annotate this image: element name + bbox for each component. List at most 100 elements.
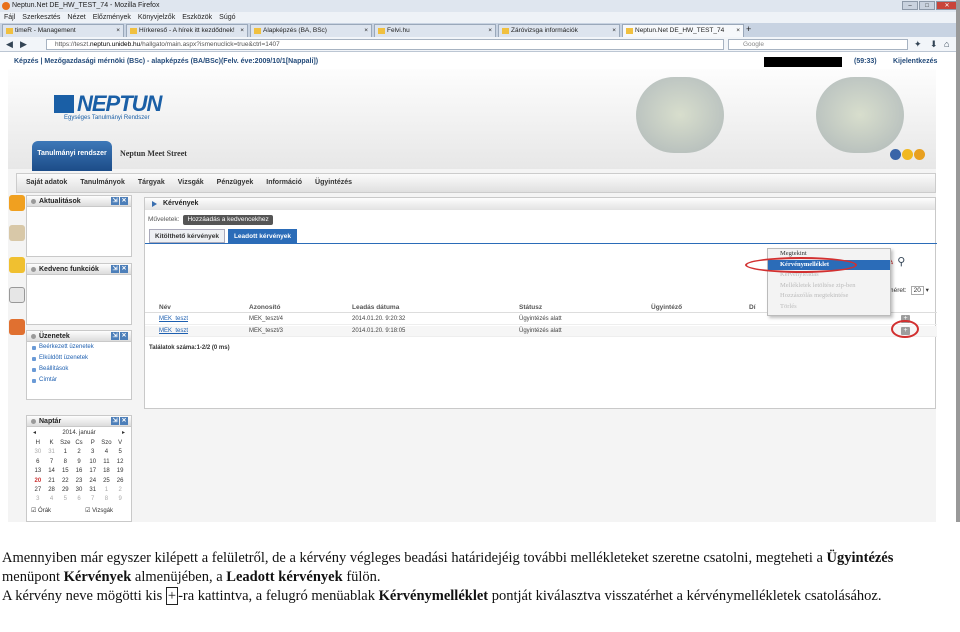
tab-close-icon[interactable]: × bbox=[116, 25, 120, 37]
calendar-7-icon[interactable] bbox=[9, 287, 25, 303]
star-icon[interactable] bbox=[9, 257, 25, 273]
calendar-day[interactable]: 5 bbox=[113, 448, 127, 457]
inbox-link[interactable]: Beérkezett üzenetek bbox=[27, 342, 131, 353]
lessons-checkbox[interactable]: ☑ Órák bbox=[31, 507, 51, 514]
request-name-link[interactable]: MEK_teszt bbox=[159, 314, 188, 325]
forward-icon[interactable]: ▶ bbox=[20, 39, 27, 50]
browser-tab[interactable]: Záróvizsga információk × bbox=[498, 24, 620, 37]
calendar-day[interactable]: 28 bbox=[45, 486, 59, 495]
download-icon[interactable]: ⬇ bbox=[930, 39, 938, 50]
calendar-day[interactable]: 24 bbox=[86, 477, 100, 486]
panel-pin-icon[interactable]: ⇲ bbox=[111, 332, 119, 340]
new-tab-icon[interactable]: + bbox=[746, 23, 758, 37]
calendar-day[interactable]: 7 bbox=[45, 458, 59, 467]
exams-checkbox[interactable]: ☑ Vizsgák bbox=[85, 507, 113, 514]
menu-own-data[interactable]: Saját adatok bbox=[26, 174, 67, 192]
messages-icon[interactable] bbox=[9, 319, 25, 335]
calendar-day[interactable]: 5 bbox=[58, 495, 72, 504]
calendar-day[interactable]: 1 bbox=[100, 486, 114, 495]
menu-subjects[interactable]: Tárgyak bbox=[138, 174, 165, 192]
meet-street-link[interactable]: Neptun Meet Street bbox=[120, 149, 187, 158]
directory-link[interactable]: Címtár bbox=[27, 375, 131, 386]
home-panel-icon[interactable] bbox=[9, 225, 25, 241]
calendar-day[interactable]: 18 bbox=[100, 467, 114, 476]
calendar-day[interactable]: 23 bbox=[72, 477, 86, 486]
browser-tab[interactable]: Felvi.hu × bbox=[374, 24, 496, 37]
magnifier-icon[interactable]: ⚲ bbox=[897, 256, 905, 268]
menu-exams[interactable]: Vizsgák bbox=[178, 174, 204, 192]
col-name[interactable]: Név bbox=[159, 302, 171, 313]
browser-tab[interactable]: timeR - Management × bbox=[2, 24, 124, 37]
col-date[interactable]: Leadás dátuma bbox=[352, 302, 399, 313]
sent-link[interactable]: Elküldött üzenetek bbox=[27, 353, 131, 364]
calendar-day[interactable]: 8 bbox=[58, 458, 72, 467]
back-icon[interactable]: ◀ bbox=[6, 39, 13, 50]
col-clerk[interactable]: Ügyintéző bbox=[651, 302, 682, 313]
request-name-link[interactable]: MEK_teszt bbox=[159, 326, 188, 337]
tab-close-icon[interactable]: × bbox=[364, 25, 368, 37]
calendar-day[interactable]: 1 bbox=[58, 448, 72, 457]
tab-submitted-requests[interactable]: Leadott kérvények bbox=[227, 229, 298, 243]
panel-pin-icon[interactable]: ⇲ bbox=[111, 197, 119, 205]
close-icon[interactable]: ✕ bbox=[936, 1, 956, 10]
menu-help[interactable]: Súgó bbox=[219, 12, 235, 23]
menu-tools[interactable]: Eszközök bbox=[182, 12, 212, 23]
system-button[interactable]: Tanulmányi rendszer bbox=[32, 141, 112, 171]
col-fee[interactable]: Dí bbox=[749, 302, 756, 313]
news-icon[interactable] bbox=[9, 195, 25, 211]
menu-file[interactable]: Fájl bbox=[4, 12, 15, 23]
add-favorites-button[interactable]: Hozzáadás a kedvencekhez bbox=[183, 215, 273, 225]
calendar-day[interactable]: 31 bbox=[45, 448, 59, 457]
calendar-day[interactable]: 29 bbox=[58, 486, 72, 495]
smiley-icon[interactable] bbox=[902, 149, 913, 160]
logout-link[interactable]: Kijelentkezés bbox=[893, 55, 937, 69]
browser-tab[interactable]: Hírkereső - A hírek itt kezdődnek! × bbox=[126, 24, 248, 37]
calendar-day[interactable]: 2 bbox=[113, 486, 127, 495]
browser-tab[interactable]: Alapképzés (BA, BSc) × bbox=[250, 24, 372, 37]
home-icon[interactable]: ⌂ bbox=[944, 39, 949, 50]
tab-close-icon[interactable]: × bbox=[612, 25, 616, 37]
calendar-day[interactable]: 10 bbox=[86, 458, 100, 467]
calendar-day[interactable]: 31 bbox=[86, 486, 100, 495]
bookmark-icon[interactable]: ✦ bbox=[914, 39, 922, 50]
tab-close-icon[interactable]: × bbox=[488, 25, 492, 37]
calendar-day[interactable]: 14 bbox=[45, 467, 59, 476]
calendar-day[interactable]: 30 bbox=[31, 448, 45, 457]
page-size-select[interactable]: 20 bbox=[910, 286, 924, 295]
menu-view[interactable]: Nézet bbox=[67, 12, 85, 23]
panel-close-icon[interactable]: ✕ bbox=[120, 197, 128, 205]
calendar-day[interactable]: 11 bbox=[100, 458, 114, 467]
calendar-day[interactable]: 13 bbox=[31, 467, 45, 476]
panel-close-icon[interactable]: ✕ bbox=[120, 417, 128, 425]
calendar-day[interactable]: 8 bbox=[100, 495, 114, 504]
tab-close-icon[interactable]: × bbox=[240, 25, 244, 37]
calendar-day[interactable]: 19 bbox=[113, 467, 127, 476]
globe-icon[interactable] bbox=[890, 149, 901, 160]
menu-information[interactable]: Információ bbox=[266, 174, 302, 192]
menu-history[interactable]: Előzmények bbox=[93, 12, 131, 23]
calendar-day[interactable]: 12 bbox=[113, 458, 127, 467]
menu-studies[interactable]: Tanulmányok bbox=[80, 174, 125, 192]
col-status[interactable]: Státusz bbox=[519, 302, 542, 313]
calendar-day[interactable]: 15 bbox=[58, 467, 72, 476]
panel-close-icon[interactable]: ✕ bbox=[120, 332, 128, 340]
calendar-day[interactable]: 3 bbox=[31, 495, 45, 504]
calendar-day[interactable]: 22 bbox=[58, 477, 72, 486]
settings-link[interactable]: Beállítások bbox=[27, 364, 131, 375]
panel-close-icon[interactable]: ✕ bbox=[120, 265, 128, 273]
calendar-day[interactable]: 4 bbox=[100, 448, 114, 457]
maximize-icon[interactable]: □ bbox=[919, 1, 935, 10]
menu-bookmarks[interactable]: Könyvjelzők bbox=[138, 12, 175, 23]
calendar-day[interactable]: 6 bbox=[72, 495, 86, 504]
calendar-day[interactable]: 16 bbox=[72, 467, 86, 476]
calendar-day[interactable]: 2 bbox=[72, 448, 86, 457]
menu-finances[interactable]: Pénzügyek bbox=[217, 174, 254, 192]
search-input[interactable]: Google bbox=[728, 39, 908, 50]
surprised-smiley-icon[interactable] bbox=[914, 149, 925, 160]
calendar-day[interactable]: 27 bbox=[31, 486, 45, 495]
calendar-day[interactable]: 20 bbox=[31, 477, 45, 486]
menu-administration[interactable]: Ügyintézés bbox=[315, 174, 352, 192]
calendar-day[interactable]: 3 bbox=[86, 448, 100, 457]
next-month-icon[interactable]: ▸ bbox=[122, 429, 125, 437]
calendar-day[interactable]: 9 bbox=[72, 458, 86, 467]
